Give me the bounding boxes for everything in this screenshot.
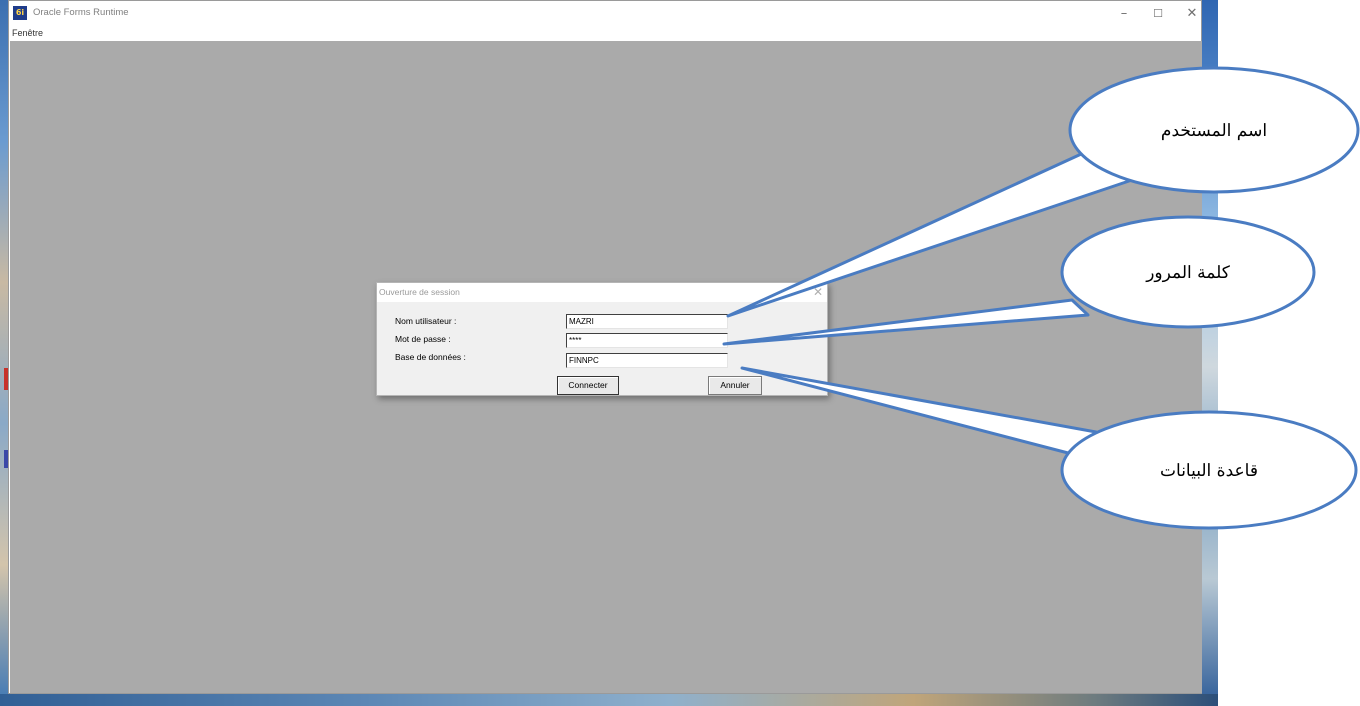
username-input[interactable] xyxy=(566,314,728,329)
dialog-title-bar[interactable]: Ouverture de session ✕ xyxy=(377,283,827,302)
oracle-forms-app-icon[interactable]: 6i xyxy=(13,6,27,20)
close-icon[interactable]: ✕ xyxy=(813,285,823,299)
database-label: Base de données : xyxy=(395,352,466,362)
desktop-wallpaper-bottom xyxy=(0,694,1218,706)
desktop-wallpaper-right xyxy=(1201,0,1218,706)
close-button[interactable]: ✕ xyxy=(1177,4,1207,24)
password-label: Mot de passe : xyxy=(395,334,451,344)
menu-item-fenetre[interactable]: Fenêtre xyxy=(12,28,43,38)
dialog-title: Ouverture de session xyxy=(379,287,460,297)
maximize-button[interactable]: ☐ xyxy=(1143,4,1173,24)
password-input[interactable] xyxy=(566,333,728,348)
cancel-button[interactable]: Annuler xyxy=(708,376,762,395)
window-title: Oracle Forms Runtime xyxy=(33,7,129,18)
login-dialog: Ouverture de session ✕ Nom utilisateur :… xyxy=(376,282,828,396)
connect-button[interactable]: Connecter xyxy=(557,376,619,395)
menu-bar: Fenêtre xyxy=(9,27,1201,41)
username-label: Nom utilisateur : xyxy=(395,316,457,326)
screen: 6i Oracle Forms Runtime – ☐ ✕ Fenêtre Ou… xyxy=(0,0,1360,706)
minimize-button[interactable]: – xyxy=(1109,4,1139,24)
database-input[interactable] xyxy=(566,353,728,368)
window-title-bar[interactable]: 6i Oracle Forms Runtime – ☐ ✕ xyxy=(9,1,1201,27)
